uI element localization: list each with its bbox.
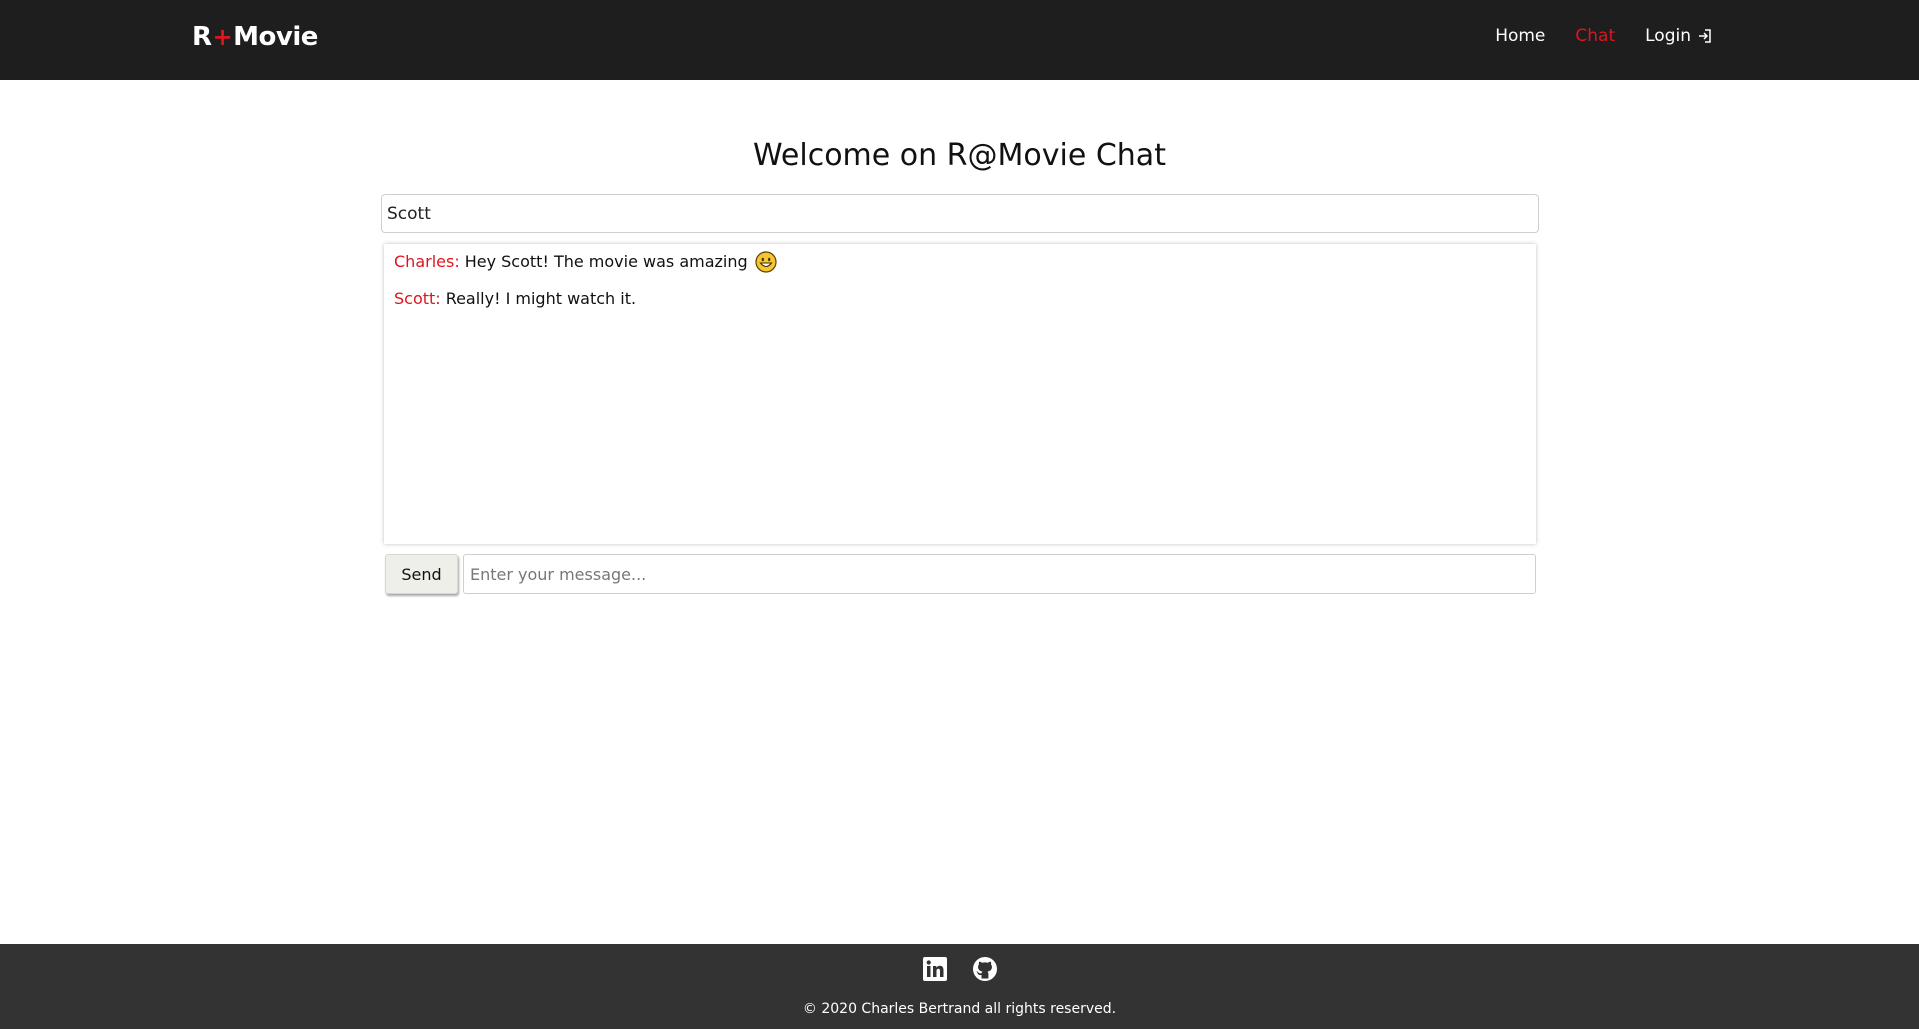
message-text: Hey Scott! The movie was amazing [464,252,748,271]
login-icon [1697,28,1713,44]
send-button[interactable]: Send [385,554,458,594]
brand-logo-left: R [192,22,212,52]
message-input[interactable] [463,554,1536,594]
nav-chat-label: Chat [1575,26,1616,46]
nav-home-label: Home [1495,26,1546,46]
message-text: Really! I might watch it. [445,289,637,308]
copyright-text: © 2020 Charles Bertrand all rights reser… [802,1001,1117,1017]
linkedin-icon[interactable] [922,956,948,982]
footer: © 2020 Charles Bertrand all rights reser… [0,944,1919,1029]
chat-message: Scott: Really! I might watch it. [394,287,1526,311]
chat-messages-panel[interactable]: Charles: Hey Scott! The movie was amazin… [384,244,1536,544]
brand-logo-right: Movie [233,22,318,52]
nav-login-label: Login [1645,26,1691,46]
username-input[interactable] [381,194,1539,233]
nav-chat-link[interactable]: Chat [1575,26,1615,46]
social-links [0,956,1919,982]
github-icon[interactable] [972,956,998,982]
top-navbar: R + Movie Home Chat Login [0,0,1919,80]
message-author: Charles: [394,252,460,271]
page-title: Welcome on R@Movie Chat [753,138,1166,173]
brand-logo[interactable]: R + Movie [192,22,318,52]
main-nav: Home Chat Login [1495,26,1713,46]
message-author: Scott: [394,289,441,308]
nav-login-link[interactable]: Login [1645,26,1713,46]
page: R + Movie Home Chat Login Welcome on R@M… [0,0,1919,1029]
brand-logo-plus: + [212,23,233,51]
nav-home-link[interactable]: Home [1495,26,1545,46]
chat-message: Charles: Hey Scott! The movie was amazin… [394,250,1526,274]
grinning-face-emoji-icon [755,251,777,273]
